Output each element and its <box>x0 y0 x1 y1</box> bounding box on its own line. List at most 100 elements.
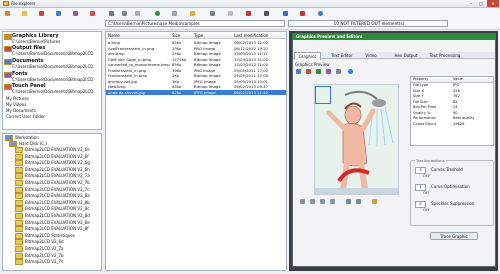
quick-link-documents[interactable]: My Documents <box>6 108 36 113</box>
fit-icon[interactable] <box>316 69 321 74</box>
folder-icon <box>15 252 23 259</box>
tree-folder[interactable]: Bitmap2LCD EVALUATION V2_8b <box>15 199 90 206</box>
app-icon <box>3 1 9 6</box>
home-icon[interactable] <box>5 11 10 16</box>
export-icon[interactable] <box>210 11 215 16</box>
crop-icon[interactable] <box>326 69 331 74</box>
next-icon[interactable] <box>320 199 325 204</box>
tree-folder[interactable]: Bitmap2LCD EVALUATION V2_8e <box>15 219 90 226</box>
file-size: 45Ko <box>172 84 182 89</box>
tree-folder[interactable]: Bitmap2LCD EVALUATION V2_6f <box>15 153 89 160</box>
property-row: Size Y 762 <box>411 94 493 99</box>
tree-drive[interactable]: Hard Disk (C:) <box>9 141 47 147</box>
grid-view-icon[interactable] <box>109 11 114 16</box>
file-row[interactable]: grumpy-cat.jpg 1Ko JPEG Image 14/05/2013 10… <box>106 79 286 84</box>
edit-icon[interactable] <box>372 199 377 204</box>
move-icon[interactable] <box>190 11 195 16</box>
info-icon[interactable] <box>348 69 353 74</box>
file-row[interactable]: AxelFrankenstein_in.png 13Ko PNG Image 06/1… <box>106 46 286 51</box>
tree-folder[interactable]: Bitmap2LCD V2_7b <box>15 252 64 259</box>
rename-icon[interactable] <box>228 11 233 16</box>
option-toggle[interactable]: OFF <box>423 208 430 212</box>
file-row[interactable]: Café Van Gogh_in.bmp 1774Ko Bitmap Image 17… <box>106 57 286 62</box>
file-row[interactable]: a.bmp 85Ko Bitmap Image 06/02/2013 11:02 <box>106 40 286 45</box>
file-type: Bitmap Image <box>194 73 221 78</box>
header-modified[interactable]: Last modification <box>234 32 268 39</box>
tree-folder[interactable]: Bitmap2LCD V2_7c <box>15 259 63 266</box>
header-type[interactable]: Type <box>194 32 203 39</box>
save-icon[interactable] <box>283 11 288 16</box>
tree-root[interactable]: Workstation <box>5 135 39 141</box>
copy-icon[interactable] <box>172 11 177 16</box>
file-row[interactable]: converted_to_monochrome.bmp 85Ko Bitmap Im… <box>106 62 286 67</box>
file-name: Café Van Gogh_in.bmp <box>108 56 152 62</box>
tree-folder[interactable]: Bitmap2LCD EVALUATION V2_8c <box>15 206 89 213</box>
folder-blue-icon[interactable] <box>56 11 61 16</box>
tree-folder[interactable]: Bitmap2LCD EVALUATION V2_7b <box>15 180 90 186</box>
red-flag-icon[interactable] <box>300 11 305 16</box>
tree-folder[interactable]: Bitmap2LCD EVALUATION V2_6e <box>15 147 90 153</box>
tree-folder[interactable]: Bitmap2LCD EVALUATION V2_8a <box>15 193 90 200</box>
preview-thumb-selector[interactable] <box>315 86 331 104</box>
quick-link-user-folder[interactable]: Current User Folder <box>6 114 45 119</box>
option-stepper[interactable]: 3 <box>415 167 426 174</box>
library-documents-path[interactable]: C:\Users\Bernie\Documents\Bitmap2LCD <box>12 64 93 69</box>
tree-folder[interactable]: Bitmap2LCD EVALUATION V2_7a <box>15 173 90 180</box>
trace-graphic-button[interactable]: Trace Graphic <box>430 232 478 240</box>
file-row[interactable]: New.bmp 45Ko Bitmap Image 26/02/2013 09:47 <box>106 84 286 89</box>
option-toggle[interactable]: OFF <box>423 174 430 178</box>
library-output-path[interactable]: C:\Users\Bernie\Documents\Bitmap2LCD <box>12 51 93 56</box>
library-fonts-path[interactable]: C:\Users\Bernie\Documents\Bitmap2LCD <box>12 77 93 82</box>
tab-hex-output[interactable]: Hex Output <box>391 52 421 59</box>
file-row[interactable]: unda da shoves.jpg 82Ko JPEG Image 06/02/20… <box>106 89 286 95</box>
first-icon[interactable] <box>300 199 305 204</box>
path-field[interactable]: C:\Users\Bernie\Pictures\ase Media\sampl… <box>105 20 285 27</box>
library-graphics-path[interactable]: C:\Users\Bernie\Pictures <box>12 39 60 44</box>
folder-icon <box>15 259 23 266</box>
tree-folder[interactable]: Bitmap2LCD EVALUATION V2_7c <box>15 186 89 193</box>
header-name[interactable]: Name <box>108 32 120 39</box>
tree-folder[interactable]: Bitmap2LCD EVALUATION V2_6h <box>15 166 90 173</box>
quick-link-pictures[interactable]: My Pictures <box>6 96 29 101</box>
file-row[interactable]: Frankenstein_in.png 39Ko PNG Image 29/05/20… <box>106 68 286 73</box>
delete-icon[interactable] <box>246 11 251 16</box>
graphics-preview-tab[interactable]: Graphics Preview <box>295 62 330 67</box>
tab-graphics[interactable]: Graphics <box>294 52 321 60</box>
option-toggle[interactable]: OFF <box>423 191 430 195</box>
tree-folder[interactable]: Bitmap2LCD V2_7a <box>15 246 64 252</box>
option-stepper[interactable]: 1 <box>415 184 426 191</box>
file-row[interactable]: Frankenstein_in.bmp 1Ko Bitmap Image 29/05/… <box>106 73 286 78</box>
tab-text-processing[interactable]: Text Processing <box>425 52 465 59</box>
help-icon[interactable] <box>318 11 323 16</box>
tab-text-editor[interactable]: Text Editor <box>327 52 357 59</box>
header-size[interactable]: Size <box>172 32 180 39</box>
option-stepper[interactable]: 2 <box>415 201 426 208</box>
thumbnail-icon[interactable] <box>135 11 140 16</box>
rotate-icon[interactable] <box>336 69 341 74</box>
maximize-button[interactable]: □ <box>476 0 486 7</box>
zoom-out-icon[interactable] <box>306 69 311 74</box>
folder-red-icon[interactable] <box>39 11 44 16</box>
list-view-icon[interactable] <box>122 11 127 16</box>
bookmark-icon[interactable] <box>73 11 78 16</box>
tree-folder[interactable]: Bitmap2LCD EVALUATION V2_8f <box>15 226 89 233</box>
library-touch-path[interactable]: C:\Users\Bernie\Documents\Bitmap2LCD <box>12 89 93 94</box>
redo-icon[interactable] <box>356 199 361 204</box>
file-row[interactable]: abc.bmp 25Ko Bitmap Image 25/03/2013 11:11 <box>106 51 286 56</box>
lock-icon[interactable] <box>264 11 269 16</box>
quick-link-videos[interactable]: My Videos <box>6 102 26 107</box>
close-button[interactable]: ✕ <box>487 0 499 7</box>
touch-icon[interactable] <box>90 11 95 16</box>
refresh-icon[interactable] <box>155 11 160 16</box>
tree-folder[interactable]: Bitmap2LCD V2_6d <box>15 239 64 246</box>
undo-icon[interactable] <box>346 199 351 204</box>
last-icon[interactable] <box>330 199 335 204</box>
prev-icon[interactable] <box>310 199 315 204</box>
tree-folder[interactable]: Bitmap2LCD EVALUATION V2_6g <box>15 160 90 167</box>
minimize-button[interactable]: – <box>466 0 476 7</box>
folder-open-icon[interactable] <box>22 11 27 16</box>
zoom-in-icon[interactable] <box>296 69 301 74</box>
tree-folder[interactable]: Bitmap2LCD Statistiques <box>15 232 75 239</box>
tab-video[interactable]: Video <box>361 52 381 59</box>
tree-folder[interactable]: Bitmap2LCD EVALUATION V2_8d <box>15 213 90 219</box>
